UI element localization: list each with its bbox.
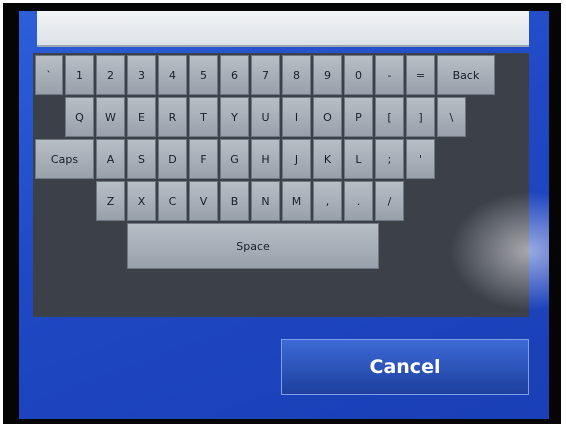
- key-3[interactable]: 3: [127, 55, 156, 95]
- key-y[interactable]: Y: [220, 97, 249, 137]
- key-back[interactable]: Back: [437, 55, 495, 95]
- key-4[interactable]: 4: [158, 55, 187, 95]
- key-6[interactable]: 6: [220, 55, 249, 95]
- key-v[interactable]: V: [189, 181, 218, 221]
- key-u[interactable]: U: [251, 97, 280, 137]
- kiosk-screen: ` 1 2 3 4 5 6 7 8 9 0 - = Back Q W E R T…: [19, 11, 549, 419]
- key-m[interactable]: M: [282, 181, 311, 221]
- key-k[interactable]: K: [313, 139, 342, 179]
- key-period[interactable]: .: [344, 181, 373, 221]
- key-s[interactable]: S: [127, 139, 156, 179]
- key-c[interactable]: C: [158, 181, 187, 221]
- key-9[interactable]: 9: [313, 55, 342, 95]
- key-q[interactable]: Q: [65, 97, 94, 137]
- key-left-bracket[interactable]: [: [375, 97, 404, 137]
- key-0[interactable]: 0: [344, 55, 373, 95]
- onscreen-keyboard: ` 1 2 3 4 5 6 7 8 9 0 - = Back Q W E R T…: [33, 53, 529, 317]
- key-a[interactable]: A: [96, 139, 125, 179]
- key-slash[interactable]: /: [375, 181, 404, 221]
- key-f[interactable]: F: [189, 139, 218, 179]
- key-o[interactable]: O: [313, 97, 342, 137]
- key-right-bracket[interactable]: ]: [406, 97, 435, 137]
- key-comma[interactable]: ,: [313, 181, 342, 221]
- key-1[interactable]: 1: [65, 55, 94, 95]
- key-r[interactable]: R: [158, 97, 187, 137]
- cancel-button[interactable]: Cancel: [281, 339, 529, 395]
- key-x[interactable]: X: [127, 181, 156, 221]
- key-apostrophe[interactable]: ': [406, 139, 435, 179]
- key-i[interactable]: I: [282, 97, 311, 137]
- key-j[interactable]: J: [282, 139, 311, 179]
- monitor-bezel: ` 1 2 3 4 5 6 7 8 9 0 - = Back Q W E R T…: [3, 3, 561, 424]
- key-b[interactable]: B: [220, 181, 249, 221]
- key-e[interactable]: E: [127, 97, 156, 137]
- key-backslash[interactable]: \: [437, 97, 466, 137]
- key-backtick[interactable]: `: [35, 55, 63, 95]
- key-caps[interactable]: Caps: [35, 139, 94, 179]
- key-2[interactable]: 2: [96, 55, 125, 95]
- key-g[interactable]: G: [220, 139, 249, 179]
- key-w[interactable]: W: [96, 97, 125, 137]
- key-p[interactable]: P: [344, 97, 373, 137]
- key-h[interactable]: H: [251, 139, 280, 179]
- key-semicolon[interactable]: ;: [375, 139, 404, 179]
- key-d[interactable]: D: [158, 139, 187, 179]
- key-7[interactable]: 7: [251, 55, 280, 95]
- key-n[interactable]: N: [251, 181, 280, 221]
- key-8[interactable]: 8: [282, 55, 311, 95]
- key-space[interactable]: Space: [127, 223, 379, 269]
- key-z[interactable]: Z: [96, 181, 125, 221]
- key-equals[interactable]: =: [406, 55, 435, 95]
- key-5[interactable]: 5: [189, 55, 218, 95]
- key-minus[interactable]: -: [375, 55, 404, 95]
- key-t[interactable]: T: [189, 97, 218, 137]
- text-input-field[interactable]: [37, 11, 529, 47]
- key-l[interactable]: L: [344, 139, 373, 179]
